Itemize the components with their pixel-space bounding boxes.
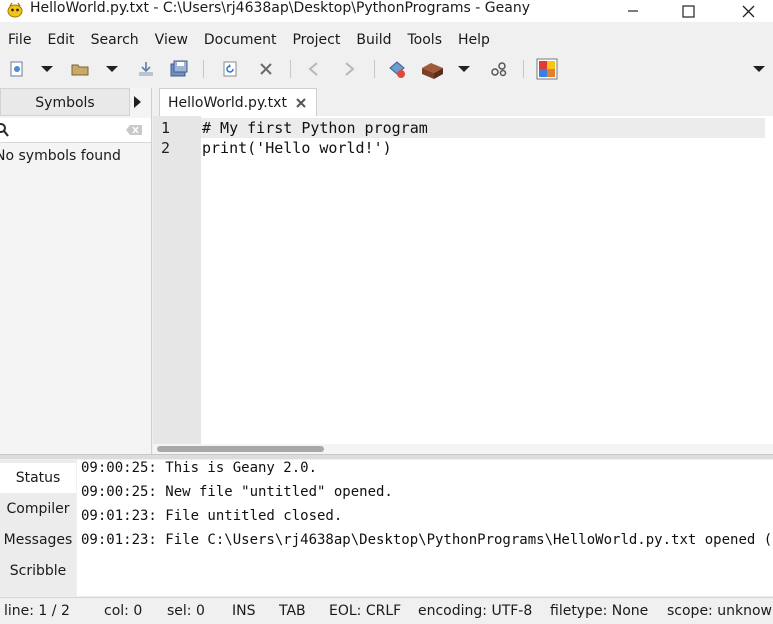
code-line[interactable]: # My first Python program	[202, 118, 428, 138]
log-line: 09:00:25: This is Geany 2.0.	[81, 460, 318, 476]
window-title: HelloWorld.py.txt - C:\Users\rj4638ap\De…	[30, 0, 530, 16]
close-file-icon[interactable]	[257, 60, 275, 78]
build-icon[interactable]	[421, 60, 443, 79]
toolbar-separator	[523, 60, 524, 78]
execute-icon[interactable]	[490, 60, 508, 78]
toolbar-separator	[374, 60, 375, 78]
status-encoding: encoding: UTF-8	[418, 603, 533, 619]
menu-edit[interactable]: Edit	[39, 28, 82, 52]
toolbar	[0, 54, 773, 84]
line-number: 2	[161, 139, 171, 157]
status-bar: line: 1 / 2 col: 0 sel: 0 INS TAB EOL: C…	[0, 597, 773, 623]
toolbar-separator	[290, 60, 291, 78]
pane-splitter[interactable]	[0, 454, 773, 459]
code-line[interactable]: print('Hello world!')	[202, 138, 392, 158]
navigate-forward-icon[interactable]	[340, 60, 358, 78]
sidebar: Symbols No symbols found	[0, 88, 152, 454]
status-col: col: 0	[104, 603, 143, 619]
status-line: line: 1 / 2	[4, 603, 70, 619]
tab-symbols[interactable]: Symbols	[0, 88, 130, 116]
log-line: 09:00:25: New file "untitled" opened.	[81, 484, 393, 500]
menu-tools[interactable]: Tools	[400, 28, 451, 52]
symbols-empty-message: No symbols found	[0, 148, 121, 164]
menu-file[interactable]: File	[0, 28, 39, 52]
status-mode: INS	[232, 603, 256, 619]
sidebar-tab-scroll-icon[interactable]	[134, 96, 141, 108]
line-number: 1	[161, 119, 171, 137]
symbol-search-field[interactable]	[0, 118, 151, 143]
log-line: 09:01:23: File C:\Users\rj4638ap\Desktop…	[81, 532, 773, 548]
scrollbar-thumb[interactable]	[157, 446, 324, 452]
status-filetype: filetype: None	[550, 603, 649, 619]
menu-search[interactable]: Search	[83, 28, 147, 52]
new-file-dropdown-icon[interactable]	[41, 66, 53, 72]
navigate-back-icon[interactable]	[305, 60, 323, 78]
clear-search-icon[interactable]	[125, 124, 143, 136]
status-sel: sel: 0	[167, 603, 205, 619]
status-log[interactable]: 09:00:25: This is Geany 2.0. 09:00:25: N…	[77, 460, 773, 596]
minimize-icon[interactable]	[610, 0, 656, 22]
save-icon[interactable]	[137, 60, 155, 78]
menu-build[interactable]: Build	[348, 28, 399, 52]
title-bar: HelloWorld.py.txt - C:\Users\rj4638ap\De…	[0, 0, 773, 22]
status-eol: EOL: CRLF	[329, 603, 402, 619]
toolbar-separator	[203, 60, 204, 78]
open-folder-icon[interactable]	[71, 60, 89, 78]
save-all-icon[interactable]	[169, 60, 188, 78]
code-editor[interactable]: 1 2 # My first Python program print('Hel…	[153, 116, 773, 444]
open-file-dropdown-icon[interactable]	[106, 66, 118, 72]
toolbar-overflow-chevron[interactable]	[753, 66, 765, 72]
build-dropdown-icon[interactable]	[458, 66, 470, 72]
menu-help[interactable]: Help	[450, 28, 498, 52]
horizontal-scrollbar[interactable]	[153, 444, 773, 454]
tab-status[interactable]: Status	[0, 463, 76, 493]
tab-compiler[interactable]: Compiler	[0, 494, 76, 524]
tab-helloworld[interactable]: HelloWorld.py.txt	[159, 88, 317, 116]
tab-scribble[interactable]: Scribble	[0, 556, 76, 586]
status-scope: scope: unknown	[667, 603, 773, 619]
line-number-gutter: 1 2	[153, 116, 201, 444]
menu-project[interactable]: Project	[284, 28, 348, 52]
menu-view[interactable]: View	[147, 28, 196, 52]
geany-lamp-icon	[6, 1, 24, 19]
color-chooser-icon[interactable]	[536, 58, 558, 80]
status-indent: TAB	[279, 603, 306, 619]
maximize-icon[interactable]	[665, 0, 711, 22]
new-file-icon[interactable]	[8, 60, 26, 78]
menu-document[interactable]: Document	[196, 28, 285, 52]
menu-bar: File Edit Search View Document Project B…	[0, 28, 773, 52]
reload-icon[interactable]	[221, 60, 239, 78]
log-line: 09:01:23: File untitled closed.	[81, 508, 343, 524]
document-tab-label: HelloWorld.py.txt	[168, 95, 287, 111]
search-icon	[0, 123, 9, 137]
message-window-tabs: Status Compiler Messages Scribble	[0, 460, 76, 596]
tab-messages[interactable]: Messages	[0, 525, 76, 555]
close-tab-icon[interactable]	[294, 96, 308, 110]
close-icon[interactable]	[725, 0, 771, 22]
compile-icon[interactable]	[388, 60, 406, 78]
